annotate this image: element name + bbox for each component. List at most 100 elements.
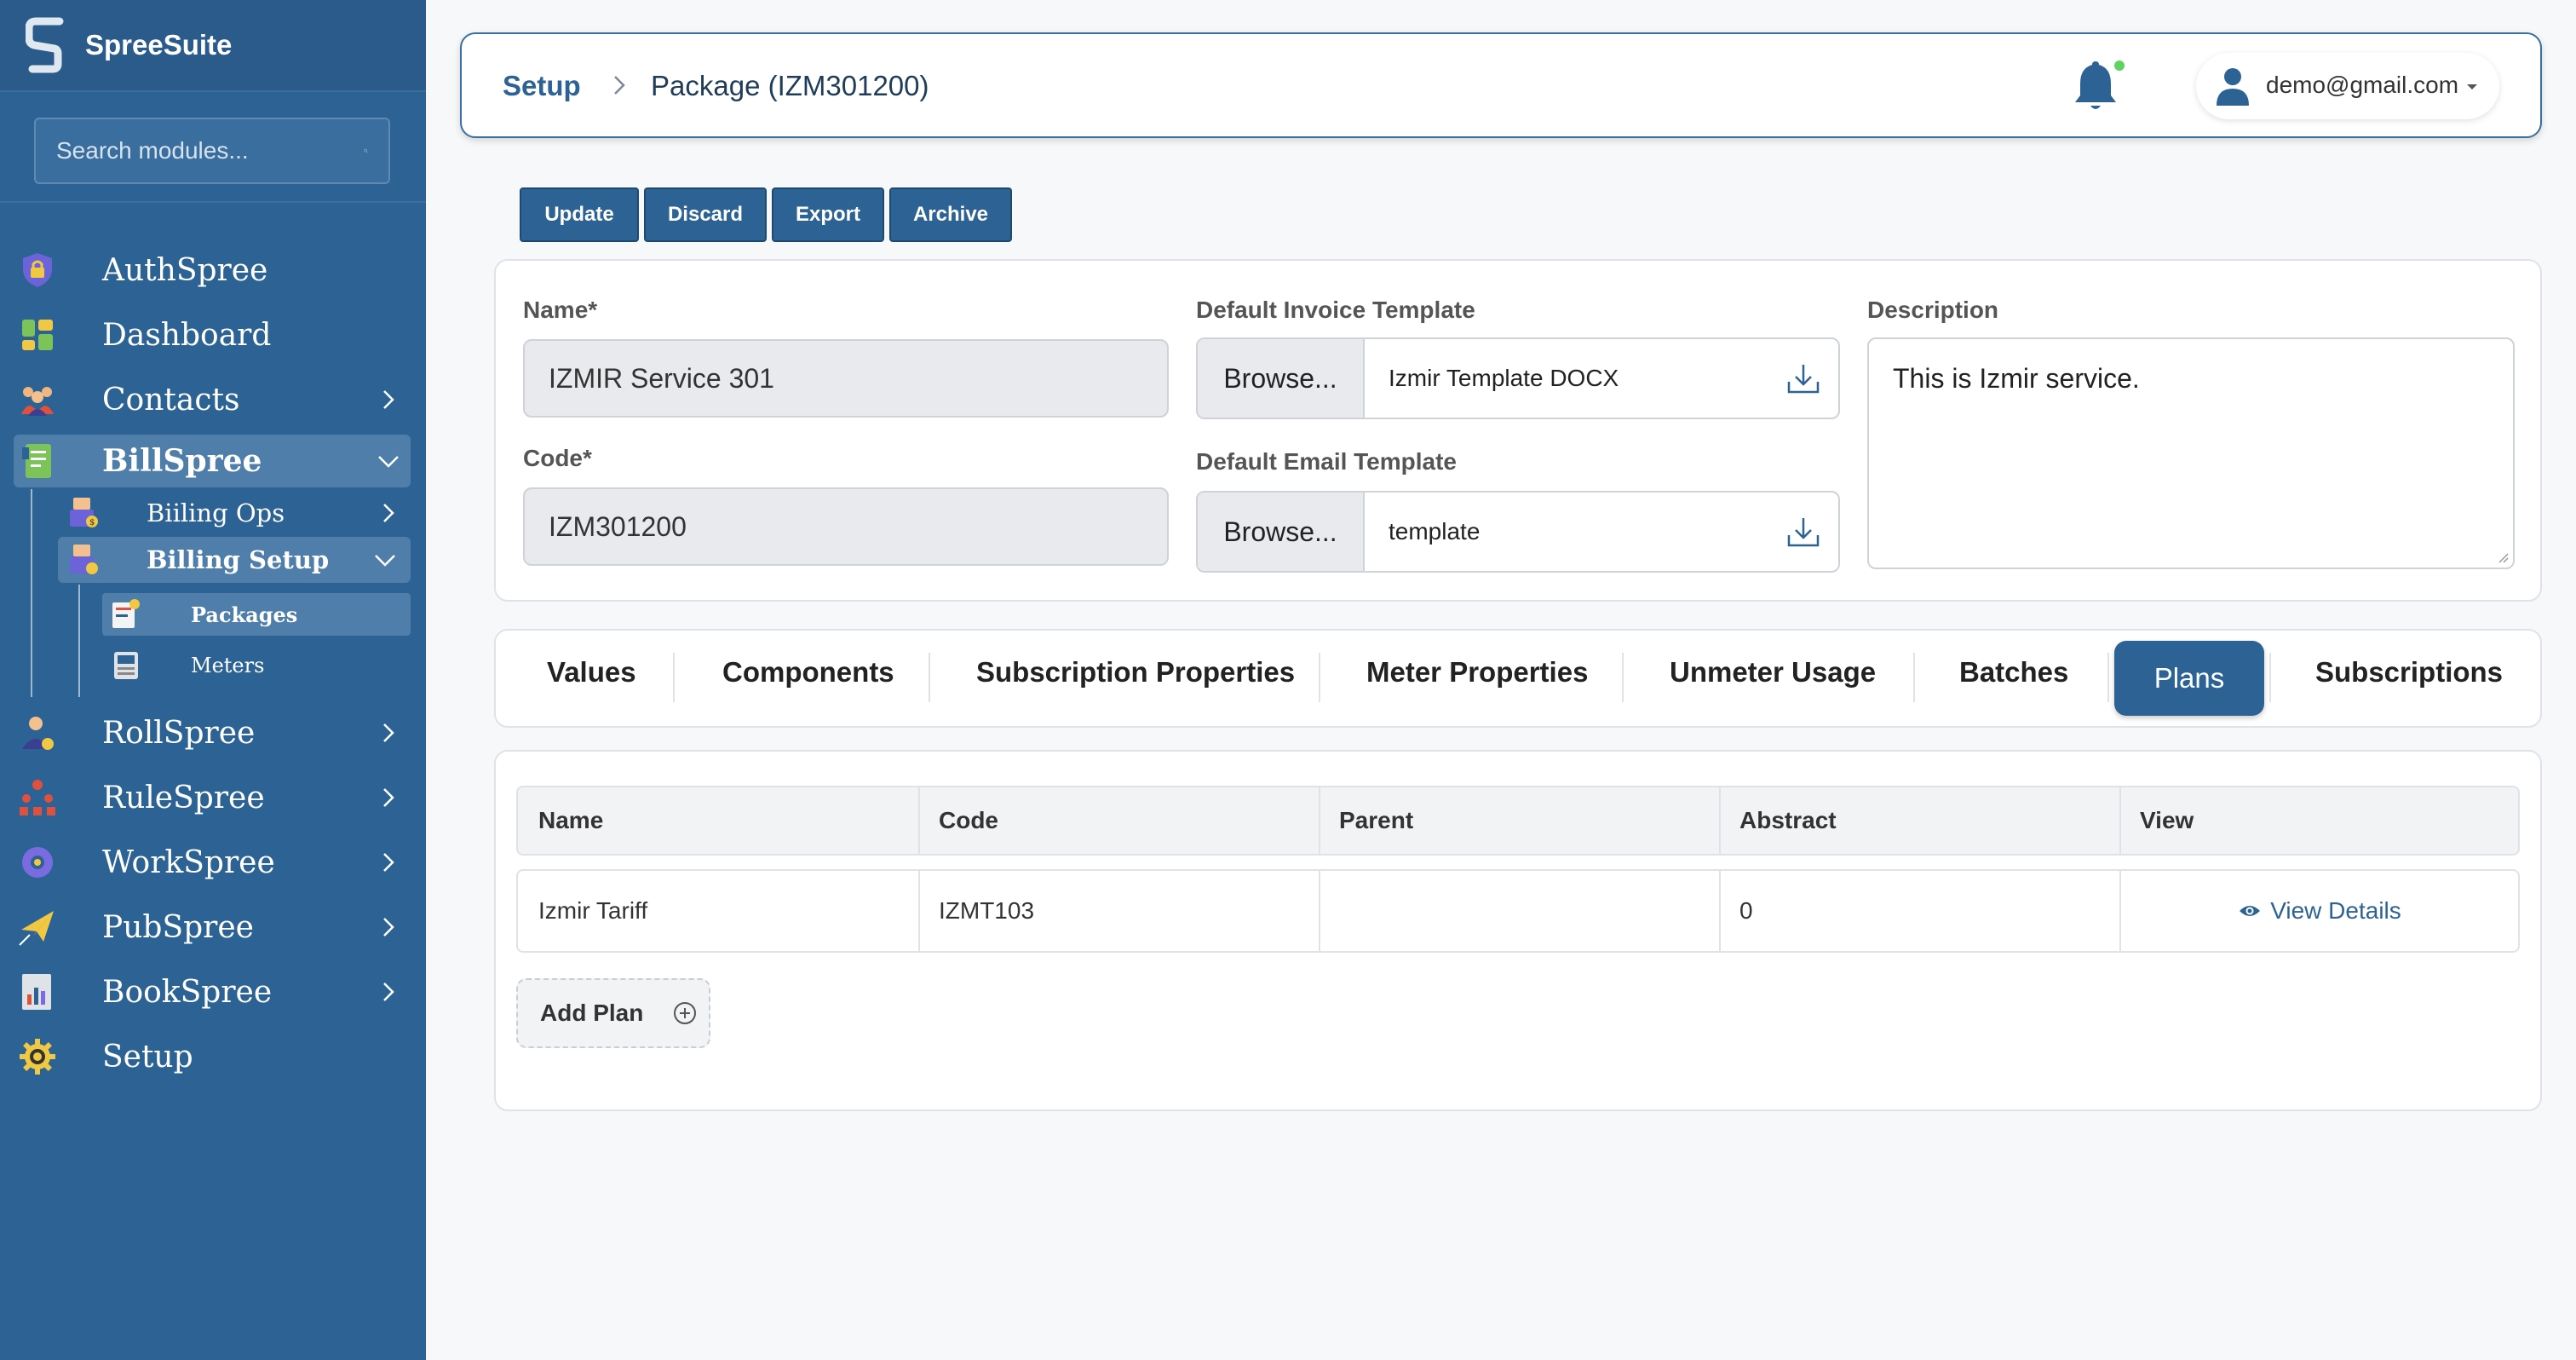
download-icon[interactable] — [1785, 515, 1821, 549]
sidebar-item-meters[interactable]: Meters — [102, 644, 411, 687]
code-label: Code* — [523, 445, 592, 471]
sidebar-item-billing-ops[interactable]: $ Biiling Ops — [51, 487, 409, 539]
chevron-down-icon — [375, 555, 395, 567]
invoice-template-label: Default Invoice Template — [1196, 297, 1475, 323]
svg-text:$: $ — [89, 518, 95, 527]
export-button[interactable]: Export — [772, 187, 884, 242]
top-header: Setup Package (IZM301200) demo@gmail.com — [460, 32, 2542, 138]
sidebar-item-label: WorkSpree — [102, 844, 275, 880]
search-area — [0, 92, 426, 203]
email-file-name: template — [1389, 518, 1481, 545]
sidebar-item-bookspree[interactable]: BookSpree — [0, 962, 426, 1022]
tab-unmeter-usage[interactable]: Unmeter Usage — [1670, 656, 1876, 689]
email-template-label: Default Email Template — [1196, 448, 1458, 475]
archive-button[interactable]: Archive — [889, 187, 1012, 242]
chevron-right-icon — [383, 723, 394, 742]
plan-view-cell: View Details — [2119, 871, 2520, 951]
tab-subscriptions[interactable]: Subscriptions — [2315, 656, 2503, 689]
sidebar-item-contacts[interactable]: Contacts — [0, 370, 426, 429]
dashboard-tiles-icon — [17, 314, 58, 355]
tree-line — [78, 585, 80, 697]
search-box — [34, 118, 390, 184]
sidebar-item-setup[interactable]: Setup — [0, 1027, 426, 1086]
sidebar-item-packages[interactable]: Packages — [102, 593, 411, 636]
tab-divider — [2107, 653, 2109, 702]
billing-setup-icon — [65, 541, 102, 579]
breadcrumb-root[interactable]: Setup — [503, 70, 581, 102]
org-chart-icon — [17, 777, 58, 818]
bill-sheet-icon — [19, 441, 60, 481]
people-icon — [17, 379, 58, 420]
tree-line — [31, 489, 32, 697]
brand[interactable]: SpreeSuite — [0, 0, 426, 92]
paper-plane-icon — [17, 907, 58, 948]
user-email: demo@gmail.com — [2266, 72, 2459, 98]
notification-bell-icon[interactable] — [2067, 58, 2125, 118]
chevron-right-icon — [383, 390, 394, 409]
sidebar-item-label: RuleSpree — [102, 780, 265, 815]
sidebar-item-dashboard[interactable]: Dashboard — [0, 305, 426, 365]
code-field[interactable]: IZM301200 — [523, 487, 1169, 566]
tab-components[interactable]: Components — [722, 656, 894, 689]
sidebar-item-billspree[interactable]: BillSpree — [14, 435, 411, 487]
user-menu[interactable]: demo@gmail.com — [2196, 53, 2499, 119]
plan-parent-cell — [1319, 871, 1719, 951]
payroll-person-icon — [17, 712, 58, 753]
sidebar-item-label: Packages — [191, 602, 298, 627]
tab-values[interactable]: Values — [547, 656, 636, 689]
tab-divider — [673, 653, 675, 702]
tab-divider — [929, 653, 930, 702]
column-header-view: View — [2140, 807, 2194, 833]
description-label: Description — [1867, 297, 1999, 323]
discard-button[interactable]: Discard — [644, 187, 767, 242]
name-field[interactable]: IZMIR Service 301 — [523, 339, 1169, 418]
invoice-file-name: Izmir Template DOCX — [1389, 365, 1619, 391]
sidebar-item-billing-setup[interactable]: Billing Setup — [58, 537, 411, 583]
sidebar-item-label: AuthSpree — [102, 252, 268, 288]
sidebar-item-label: Meters — [191, 654, 265, 677]
search-icon[interactable] — [364, 139, 368, 163]
sidebar-item-rulespree[interactable]: RuleSpree — [0, 768, 426, 827]
sidebar-item-rollspree[interactable]: RollSpree — [0, 703, 426, 763]
sidebar-item-label: BookSpree — [102, 974, 273, 1010]
name-label: Name* — [523, 297, 598, 323]
chevron-right-icon — [383, 853, 394, 872]
sidebar-item-workspree[interactable]: WorkSpree — [0, 833, 426, 892]
resize-grip-icon[interactable] — [2496, 550, 2510, 564]
sidebar-item-label: Biiling Ops — [147, 498, 285, 527]
spreesuite-logo-icon — [26, 17, 64, 73]
brand-name: SpreeSuite — [85, 29, 233, 61]
invoice-browse-button[interactable]: Browse... — [1198, 339, 1365, 418]
chevron-right-icon — [383, 788, 394, 807]
tab-divider — [1319, 653, 1320, 702]
update-button[interactable]: Update — [520, 187, 639, 242]
tab-batches[interactable]: Batches — [1959, 656, 2068, 689]
sidebar: SpreeSuite AuthSpree Dashboard — [0, 0, 426, 1360]
package-icon — [107, 596, 145, 633]
email-browse-button[interactable]: Browse... — [1198, 493, 1365, 571]
view-details-link[interactable]: View Details — [2238, 897, 2401, 925]
tab-subscription-properties[interactable]: Subscription Properties — [976, 656, 1295, 689]
plan-name-cell: Izmir Tariff — [538, 897, 648, 924]
shield-lock-icon — [17, 250, 58, 291]
plans-table-header: Name Code Parent Abstract View — [516, 786, 2520, 856]
download-icon[interactable] — [1785, 361, 1821, 395]
sidebar-item-label: Dashboard — [102, 317, 272, 353]
breadcrumb-current: Package (IZM301200) — [651, 70, 929, 101]
tab-plans[interactable]: Plans — [2114, 641, 2264, 716]
view-details-label: View Details — [2270, 897, 2401, 924]
sidebar-item-authspree[interactable]: AuthSpree — [0, 240, 426, 300]
search-input[interactable] — [56, 137, 364, 164]
tab-meter-properties[interactable]: Meter Properties — [1366, 656, 1588, 689]
column-header-code: Code — [939, 807, 998, 833]
description-textarea[interactable]: This is Izmir service. — [1867, 337, 2515, 569]
chevron-down-icon — [378, 456, 399, 468]
sidebar-item-label: BillSpree — [102, 443, 262, 479]
sidebar-item-label: Contacts — [102, 382, 240, 418]
tab-divider — [2269, 653, 2271, 702]
chevron-right-icon — [383, 918, 394, 936]
sidebar-item-pubspree[interactable]: PubSpree — [0, 897, 426, 957]
gear-icon — [17, 1036, 58, 1077]
description-text: This is Izmir service. — [1893, 363, 2140, 394]
add-plan-button[interactable]: Add Plan — [516, 978, 710, 1048]
